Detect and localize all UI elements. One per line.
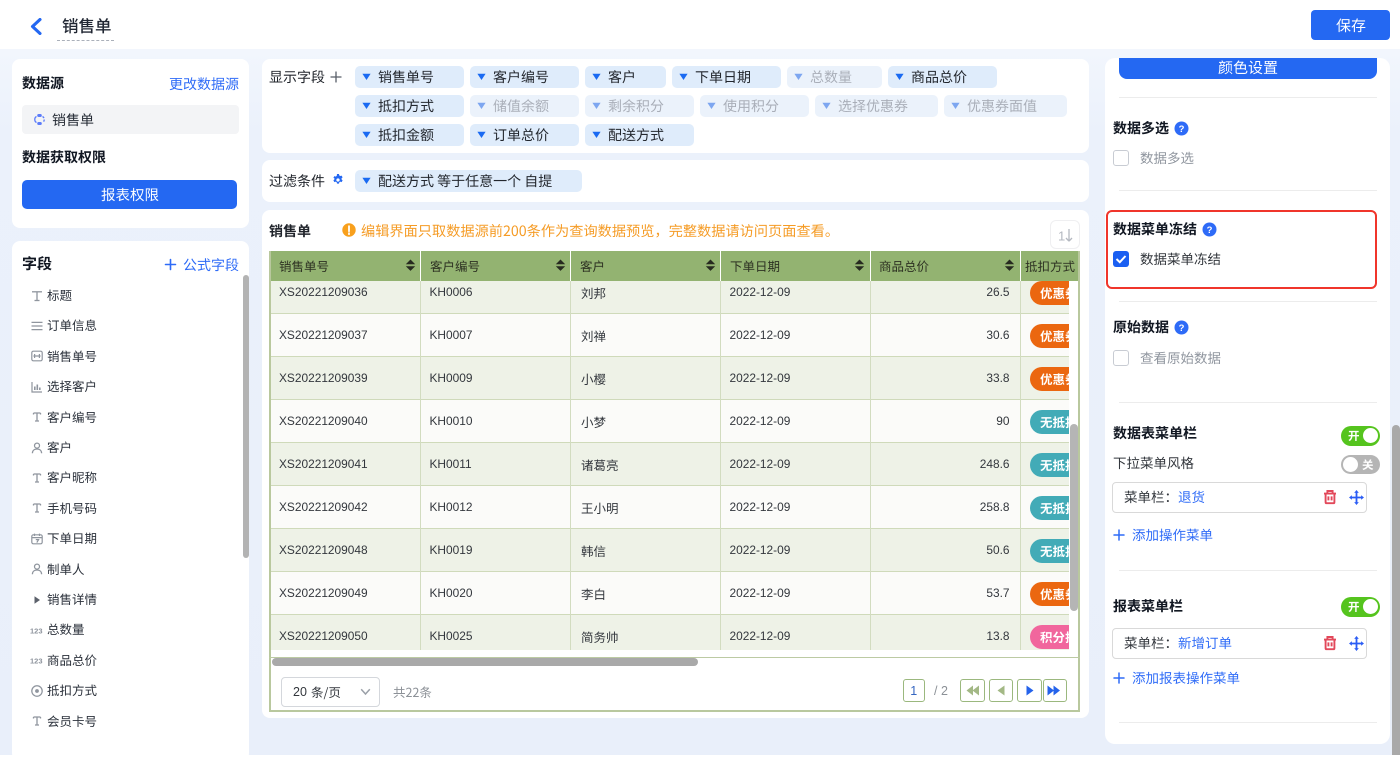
svg-text:?: ?: [1207, 225, 1213, 236]
svg-text:123: 123: [30, 626, 43, 635]
svg-text:?: ?: [1179, 124, 1185, 135]
svg-text:123: 123: [30, 657, 43, 666]
svg-text:?: ?: [1179, 323, 1185, 334]
